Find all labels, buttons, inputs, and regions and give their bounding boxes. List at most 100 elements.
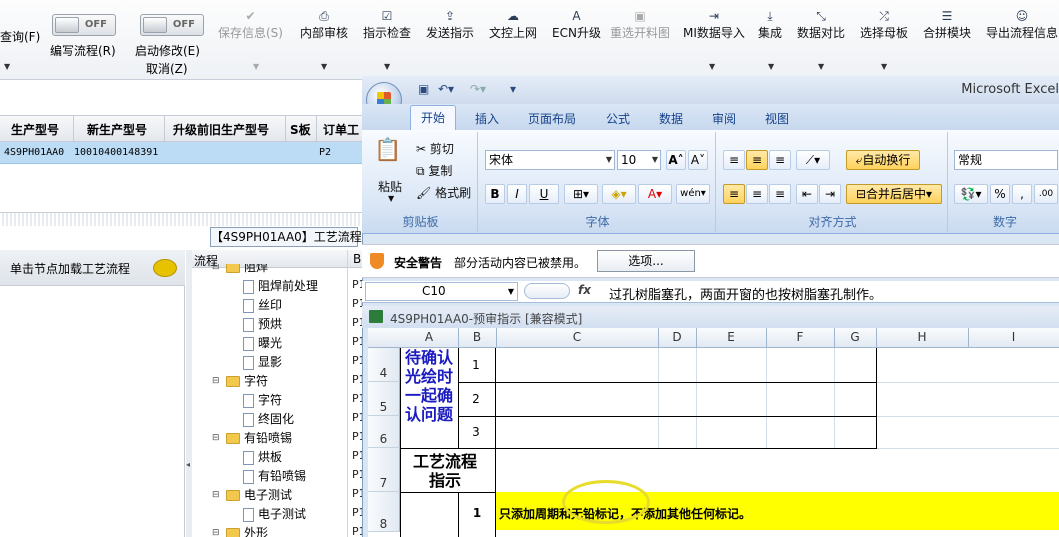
tree-folder-node[interactable]: 电子测试 <box>226 486 292 504</box>
row-header[interactable]: 7 <box>368 448 400 492</box>
tab-formulas[interactable]: 公式 <box>606 110 630 127</box>
col-sboard[interactable]: S板 <box>290 121 311 138</box>
col-model[interactable]: 生产型号 <box>11 121 59 138</box>
formula-expand-icon[interactable] <box>524 283 570 299</box>
mother-board-dropdown-icon[interactable]: ▼ <box>881 62 887 71</box>
cut-button[interactable]: ✂ 剪切 <box>416 140 454 157</box>
panel-splitter[interactable] <box>0 212 362 226</box>
redo-icon[interactable]: ↷▾ <box>470 82 486 96</box>
tree-leaf-node[interactable]: 预烘 <box>243 315 282 333</box>
font-size-combo[interactable]: 10 ▼ <box>617 150 661 170</box>
cancel-button[interactable]: 取消(Z) <box>146 60 188 77</box>
table-row[interactable]: 4S9PH01AA0 10010400148391 P2 <box>0 142 362 164</box>
align-left-icon[interactable]: ≡ <box>723 184 745 204</box>
merge-module-button[interactable]: ☰ 合拼模块 <box>923 8 971 41</box>
tree-leaf-node[interactable]: 字符 <box>243 391 282 409</box>
tab-insert[interactable]: 插入 <box>475 110 499 127</box>
wrap-text-button[interactable]: ⤶自动换行 <box>846 150 920 170</box>
align-middle-icon[interactable]: ≡ <box>746 150 768 170</box>
row-header[interactable]: 8 <box>368 492 400 532</box>
tab-page-layout[interactable]: 页面布局 <box>528 110 576 127</box>
tab-review[interactable]: 审阅 <box>712 110 736 127</box>
worksheet[interactable]: ABCDEFGHI 4 5 6 7 8 待确认光绘时一起确认问题 1 2 3 工… <box>368 328 1059 537</box>
tab-view[interactable]: 视图 <box>765 110 789 127</box>
tree-leaf-node[interactable]: 阻焊前处理 <box>243 277 318 295</box>
start-modify-toggle[interactable]: OFF <box>140 14 204 36</box>
row-header[interactable]: 4 <box>368 348 400 382</box>
tree-leaf-node[interactable]: 显影 <box>243 353 282 371</box>
grow-font-icon[interactable]: A˄ <box>666 150 686 170</box>
currency-icon[interactable]: 💱▾ <box>954 184 988 204</box>
collapse-arrow-icon[interactable]: ◂ <box>186 460 190 469</box>
decrease-indent-icon[interactable]: ⇤ <box>796 184 818 204</box>
integrate-dropdown-icon[interactable]: ▼ <box>768 62 774 71</box>
tree-leaf-node[interactable]: 曝光 <box>243 334 282 352</box>
column-header[interactable]: I <box>968 330 1059 344</box>
tab-home[interactable]: 开始 <box>410 105 456 131</box>
integrate-button[interactable]: ⤓ 集成 <box>758 8 782 41</box>
collapse-icon[interactable]: ⊟ <box>212 433 220 443</box>
edit-flow-toggle[interactable]: OFF <box>52 14 116 36</box>
tree-leaf-node[interactable]: 烘板 <box>243 448 282 466</box>
column-header[interactable]: H <box>876 330 968 344</box>
percent-button[interactable]: % <box>990 184 1010 204</box>
chat-bubble-icon[interactable] <box>153 259 177 277</box>
left-panel-header[interactable]: 单击节点加载工艺流程 <box>0 250 185 286</box>
query-dropdown-icon[interactable]: ▼ <box>4 62 10 71</box>
send-instruction-button[interactable]: ⇪ 发送指示 <box>426 8 474 41</box>
customize-qat-icon[interactable]: ▾ <box>510 82 516 96</box>
number-format-combo[interactable]: 常规 <box>954 150 1058 170</box>
tree-folder-node[interactable]: 字符 <box>226 372 268 390</box>
italic-button[interactable]: I <box>507 184 527 204</box>
tree-leaf-node[interactable]: 有铅喷锡 <box>243 467 306 485</box>
column-header[interactable]: A <box>400 330 458 344</box>
column-header[interactable]: D <box>658 330 696 344</box>
tree-leaf-node[interactable]: 电子测试 <box>243 505 306 523</box>
align-center-icon[interactable]: ≡ <box>746 184 768 204</box>
check-dropdown-icon[interactable]: ▼ <box>384 62 390 71</box>
column-header[interactable]: E <box>696 330 766 344</box>
col-order[interactable]: 订单工 <box>323 121 359 138</box>
tab-process-flow[interactable]: 【4S9PH01AA0】工艺流程 <box>210 227 362 247</box>
col-old-model[interactable]: 升级前旧生产型号 <box>173 121 269 138</box>
phonetic-icon[interactable]: wén▾ <box>676 184 710 204</box>
shrink-font-icon[interactable]: A˅ <box>688 150 708 170</box>
select-mother-board-button[interactable]: ⤮ 选择母板 <box>860 8 908 41</box>
doc-control-upload-button[interactable]: ☁ 文控上网 <box>489 8 537 41</box>
column-header[interactable]: B <box>458 330 496 344</box>
column-header[interactable]: C <box>496 330 658 344</box>
save-info-button[interactable]: ✔ 保存信息(S) <box>218 8 283 41</box>
internal-review-button[interactable]: ⎙ 内部审核 <box>300 8 348 41</box>
tree-folder-node[interactable]: 外形 <box>226 524 268 537</box>
ecn-upgrade-button[interactable]: A ECN升级 <box>552 8 601 41</box>
name-box[interactable]: C10 ▼ <box>365 282 518 301</box>
review-dropdown-icon[interactable]: ▼ <box>321 62 327 71</box>
tree-folder-node[interactable]: 有铅喷锡 <box>226 429 292 447</box>
options-button[interactable]: 选项... <box>597 250 695 272</box>
collapse-icon[interactable]: ⊟ <box>212 376 220 386</box>
paste-icon[interactable]: 📋 <box>374 138 401 163</box>
font-name-combo[interactable]: 宋体 ▼ <box>485 150 615 170</box>
function-icon[interactable]: fx <box>578 283 591 297</box>
tree-leaf-node[interactable]: 丝印 <box>243 296 282 314</box>
paste-button[interactable]: 粘贴 <box>378 178 402 195</box>
bold-button[interactable]: B <box>485 184 505 204</box>
increase-decimal-icon[interactable]: .00 <box>1034 184 1058 204</box>
data-compare-button[interactable]: ⤡ 数据对比 <box>797 8 845 41</box>
collapse-icon[interactable]: ⊟ <box>212 490 220 500</box>
align-bottom-icon[interactable]: ≡ <box>769 150 791 170</box>
tree-folder-node[interactable]: 阻焊 <box>226 264 268 276</box>
row-header[interactable]: 5 <box>368 382 400 416</box>
save-icon[interactable]: ▣ <box>418 82 429 96</box>
merge-center-button[interactable]: ⊟合并后居中▾ <box>846 184 942 204</box>
fill-color-icon[interactable]: ◈▾ <box>602 184 636 204</box>
format-painter-button[interactable]: 🖌 格式刷 <box>416 184 471 201</box>
orientation-icon[interactable]: ⟋▾ <box>796 150 830 170</box>
reselect-cutting-button[interactable]: ▣ 重选开料图 <box>610 8 670 41</box>
tab-data[interactable]: 数据 <box>659 110 683 127</box>
formula-input[interactable]: 过孔树脂塞孔，两面开窗的也按树脂塞孔制作。 <box>609 284 882 303</box>
increase-indent-icon[interactable]: ⇥ <box>819 184 841 204</box>
instruction-check-button[interactable]: ☑ 指示检查 <box>363 8 411 41</box>
undo-icon[interactable]: ↶▾ <box>438 82 454 96</box>
compare-dropdown-icon[interactable]: ▼ <box>818 62 824 71</box>
